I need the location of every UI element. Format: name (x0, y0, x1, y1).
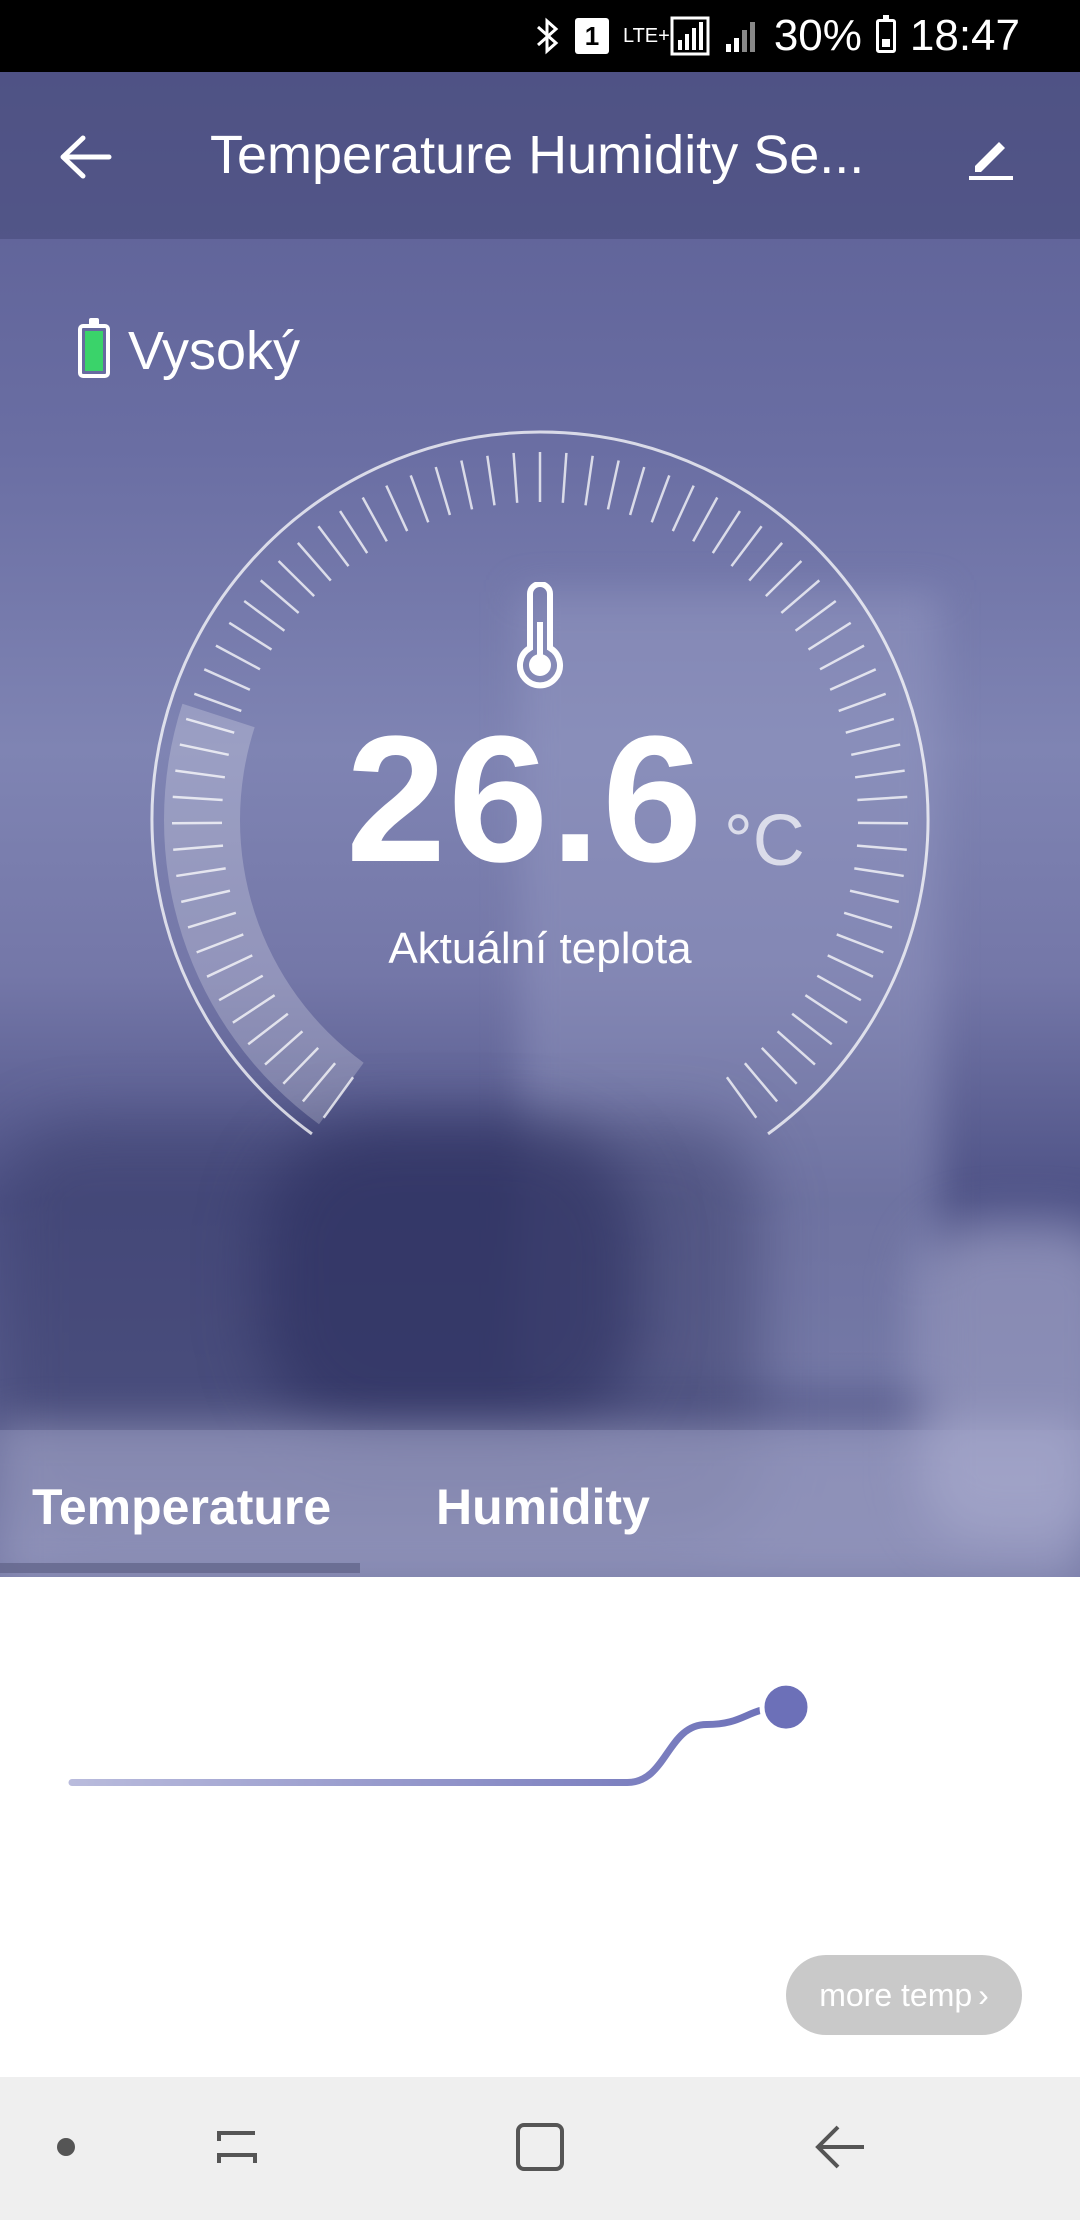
gauge-tick (764, 560, 803, 598)
battery-level-icon (78, 318, 110, 378)
temperature-unit: °C (724, 801, 805, 881)
arrow-left-icon (60, 135, 112, 179)
battery-fill (85, 331, 103, 371)
battery-icon (875, 15, 896, 53)
status-bar: 1 LTE+ 30% 18:47 (0, 0, 1080, 72)
gauge-tick (854, 867, 904, 878)
app-bar: Temperature Humidity Se... (0, 72, 1080, 239)
gauge-tick (584, 455, 594, 506)
gauge-value-band (164, 703, 364, 1125)
gauge-tick (794, 600, 837, 632)
tab-humidity[interactable]: Humidity (436, 1478, 650, 1536)
gauge-tick (804, 994, 848, 1024)
gauge-tick (780, 579, 821, 614)
temperature-chart (68, 1680, 813, 1786)
edit-button[interactable] (955, 120, 1025, 190)
dot-icon (57, 2138, 75, 2156)
tab-temperature[interactable]: Temperature (32, 1478, 331, 1536)
nav-back-button[interactable] (800, 2107, 880, 2187)
gauge-tick (296, 542, 332, 582)
gauge-tick (317, 525, 350, 567)
more-temp-button[interactable]: more temp › (786, 1955, 1022, 2035)
gauge-tick (228, 621, 273, 651)
gauge-tick (849, 889, 900, 904)
sim-badge: 1 (574, 18, 609, 54)
gauge-tick (243, 600, 286, 632)
gauge-tick (460, 460, 474, 510)
gauge-tick (850, 743, 901, 757)
signal-icon (724, 18, 760, 54)
gauge-tick (361, 496, 388, 542)
gauge-tick (748, 542, 784, 582)
tab-indicator (0, 1563, 360, 1573)
system-nav-bar (0, 2077, 1080, 2220)
tab-bar: Temperature Humidity (0, 1430, 1080, 1577)
chevron-right-icon: › (978, 1976, 989, 2013)
gauge-tick (776, 1030, 816, 1066)
gauge-tick (819, 644, 865, 671)
current-point-marker (759, 1680, 813, 1734)
battery-label: Vysoký (128, 321, 301, 381)
gauge-tick (650, 475, 671, 523)
home-icon (516, 2123, 564, 2171)
recents-icon (217, 2131, 257, 2163)
nav-home-button[interactable] (500, 2107, 580, 2187)
gauge-tick (760, 1046, 798, 1085)
gauge-tick (193, 692, 242, 713)
thermometer-icon (517, 582, 563, 689)
bluetooth-icon (535, 16, 561, 56)
gauge-tick (807, 621, 852, 651)
temperature-series-line (68, 1703, 790, 1786)
gauge-tick (409, 475, 430, 523)
gauge-tick (730, 525, 763, 567)
clock: 18:47 (909, 11, 1020, 60)
gauge-tick (857, 795, 908, 802)
gauge-tick (259, 579, 300, 614)
gauge-tick (791, 1012, 833, 1046)
gauge-tick (385, 485, 409, 532)
gauge-tick (215, 644, 261, 671)
gauge-tick (838, 692, 887, 713)
lte-signal-icon: LTE+ (623, 16, 710, 56)
gauge-tick (856, 844, 907, 851)
gauge-tick (338, 510, 369, 554)
gauge-tick (671, 485, 695, 532)
gauge-tick (486, 455, 496, 506)
gauge-tick (512, 452, 519, 503)
gauge-tick (628, 466, 646, 516)
battery-percent: 30% (773, 11, 862, 60)
gauge-tick (692, 496, 719, 542)
gauge-tick (561, 452, 568, 503)
back-icon (815, 2125, 864, 2169)
gauge-tick (434, 466, 452, 516)
battery-indicator: Vysoký (78, 318, 301, 382)
nav-dot-button[interactable] (26, 2107, 106, 2187)
nav-recents-button[interactable] (197, 2107, 277, 2187)
gauge-tick (711, 510, 742, 554)
pencil-icon (969, 142, 1013, 180)
gauge-tick (606, 460, 620, 510)
temperature-value: 26.6 (346, 699, 705, 900)
gauge-tick (816, 974, 862, 1002)
gauge-tick (854, 769, 905, 779)
more-temp-label: more temp (819, 1976, 973, 2013)
gauge-tick (845, 717, 895, 734)
temperature-caption: Aktuální teplota (388, 924, 692, 973)
gauge-tick (203, 668, 251, 691)
back-button[interactable] (50, 122, 120, 192)
gauge-tick (725, 1076, 758, 1119)
network-label: LTE+ (622, 25, 670, 47)
gauge-tick (829, 668, 877, 691)
page-title: Temperature Humidity Se... (210, 125, 865, 185)
gauge-tick (277, 560, 316, 598)
gauge-tick (743, 1062, 779, 1103)
